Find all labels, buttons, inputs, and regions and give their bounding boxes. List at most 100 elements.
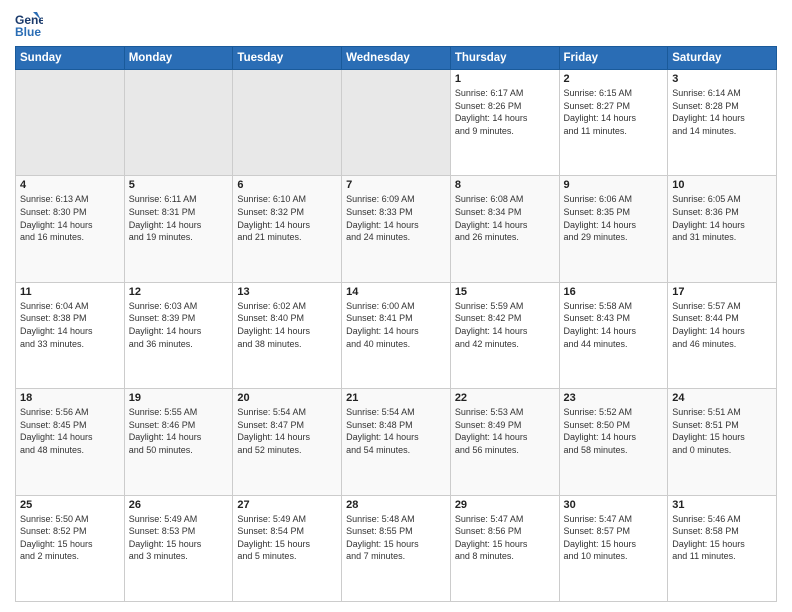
calendar-week-row: 1 Sunrise: 6:17 AM Sunset: 8:26 PM Daylig… xyxy=(16,70,777,176)
day-info: Sunrise: 5:47 AM Sunset: 8:57 PM Dayligh… xyxy=(564,513,664,563)
day-info: Sunrise: 6:08 AM Sunset: 8:34 PM Dayligh… xyxy=(455,193,555,243)
calendar-cell: 11 Sunrise: 6:04 AM Sunset: 8:38 PM Dayli… xyxy=(16,282,125,388)
day-number: 7 xyxy=(346,179,446,191)
day-info: Sunrise: 6:04 AM Sunset: 8:38 PM Dayligh… xyxy=(20,300,120,350)
day-info: Sunrise: 5:56 AM Sunset: 8:45 PM Dayligh… xyxy=(20,406,120,456)
calendar-cell: 31 Sunrise: 5:46 AM Sunset: 8:58 PM Dayli… xyxy=(668,495,777,601)
day-number: 1 xyxy=(455,73,555,85)
calendar-cell: 8 Sunrise: 6:08 AM Sunset: 8:34 PM Daylig… xyxy=(450,176,559,282)
weekday-header-row: SundayMondayTuesdayWednesdayThursdayFrid… xyxy=(16,47,777,70)
day-number: 11 xyxy=(20,286,120,298)
calendar-cell: 15 Sunrise: 5:59 AM Sunset: 8:42 PM Dayli… xyxy=(450,282,559,388)
calendar-cell: 25 Sunrise: 5:50 AM Sunset: 8:52 PM Dayli… xyxy=(16,495,125,601)
calendar-cell: 30Sunrise: 5:47 AM Sunset: 8:57 PM Dayli… xyxy=(559,495,668,601)
day-info: Sunrise: 6:06 AM Sunset: 8:35 PM Dayligh… xyxy=(564,193,664,243)
weekday-friday: Friday xyxy=(559,47,668,70)
day-info: Sunrise: 6:17 AM Sunset: 8:26 PM Dayligh… xyxy=(455,87,555,137)
day-info: Sunrise: 5:50 AM Sunset: 8:52 PM Dayligh… xyxy=(20,513,120,563)
day-number: 31 xyxy=(672,499,772,511)
calendar-cell: 19 Sunrise: 5:55 AM Sunset: 8:46 PM Dayli… xyxy=(124,389,233,495)
day-number: 8 xyxy=(455,179,555,191)
weekday-monday: Monday xyxy=(124,47,233,70)
day-info: Sunrise: 6:13 AM Sunset: 8:30 PM Dayligh… xyxy=(20,193,120,243)
day-info: Sunrise: 6:00 AM Sunset: 8:41 PM Dayligh… xyxy=(346,300,446,350)
calendar-cell: 26 Sunrise: 5:49 AM Sunset: 8:53 PM Dayli… xyxy=(124,495,233,601)
logo: General Blue xyxy=(15,10,47,38)
calendar-cell xyxy=(342,70,451,176)
day-number: 21 xyxy=(346,392,446,404)
calendar-cell: 1 Sunrise: 6:17 AM Sunset: 8:26 PM Daylig… xyxy=(450,70,559,176)
calendar-cell: 10 Sunrise: 6:05 AM Sunset: 8:36 PM Dayli… xyxy=(668,176,777,282)
day-number: 17 xyxy=(672,286,772,298)
day-number: 20 xyxy=(237,392,337,404)
calendar-week-row: 4 Sunrise: 6:13 AM Sunset: 8:30 PM Daylig… xyxy=(16,176,777,282)
calendar-cell: 23 Sunrise: 5:52 AM Sunset: 8:50 PM Dayli… xyxy=(559,389,668,495)
day-number: 29 xyxy=(455,499,555,511)
day-info: Sunrise: 6:05 AM Sunset: 8:36 PM Dayligh… xyxy=(672,193,772,243)
day-info: Sunrise: 5:55 AM Sunset: 8:46 PM Dayligh… xyxy=(129,406,229,456)
day-number: 4 xyxy=(20,179,120,191)
calendar-cell: 20 Sunrise: 5:54 AM Sunset: 8:47 PM Dayli… xyxy=(233,389,342,495)
page-header: General Blue xyxy=(15,10,777,38)
weekday-thursday: Thursday xyxy=(450,47,559,70)
day-info: Sunrise: 6:14 AM Sunset: 8:28 PM Dayligh… xyxy=(672,87,772,137)
day-info: Sunrise: 5:58 AM Sunset: 8:43 PM Dayligh… xyxy=(564,300,664,350)
day-number: 28 xyxy=(346,499,446,511)
day-number: 23 xyxy=(564,392,664,404)
calendar-cell: 5Sunrise: 6:11 AM Sunset: 8:31 PM Daylig… xyxy=(124,176,233,282)
day-info: Sunrise: 6:03 AM Sunset: 8:39 PM Dayligh… xyxy=(129,300,229,350)
day-number: 12 xyxy=(129,286,229,298)
day-info: Sunrise: 5:52 AM Sunset: 8:50 PM Dayligh… xyxy=(564,406,664,456)
day-number: 18 xyxy=(20,392,120,404)
day-number: 27 xyxy=(237,499,337,511)
calendar-cell: 28Sunrise: 5:48 AM Sunset: 8:55 PM Dayli… xyxy=(342,495,451,601)
calendar-cell: 18 Sunrise: 5:56 AM Sunset: 8:45 PM Dayli… xyxy=(16,389,125,495)
day-number: 5 xyxy=(129,179,229,191)
day-number: 25 xyxy=(20,499,120,511)
calendar-week-row: 18 Sunrise: 5:56 AM Sunset: 8:45 PM Dayli… xyxy=(16,389,777,495)
calendar-cell: 6Sunrise: 6:10 AM Sunset: 8:32 PM Daylig… xyxy=(233,176,342,282)
calendar-cell: 21 Sunrise: 5:54 AM Sunset: 8:48 PM Dayli… xyxy=(342,389,451,495)
day-info: Sunrise: 5:53 AM Sunset: 8:49 PM Dayligh… xyxy=(455,406,555,456)
calendar-cell xyxy=(124,70,233,176)
day-number: 3 xyxy=(672,73,772,85)
calendar-cell: 12 Sunrise: 6:03 AM Sunset: 8:39 PM Dayli… xyxy=(124,282,233,388)
day-info: Sunrise: 5:49 AM Sunset: 8:53 PM Dayligh… xyxy=(129,513,229,563)
logo-icon: General Blue xyxy=(15,10,43,38)
day-info: Sunrise: 6:15 AM Sunset: 8:27 PM Dayligh… xyxy=(564,87,664,137)
calendar-cell: 27 Sunrise: 5:49 AM Sunset: 8:54 PM Dayli… xyxy=(233,495,342,601)
day-info: Sunrise: 5:49 AM Sunset: 8:54 PM Dayligh… xyxy=(237,513,337,563)
day-number: 19 xyxy=(129,392,229,404)
day-info: Sunrise: 5:54 AM Sunset: 8:47 PM Dayligh… xyxy=(237,406,337,456)
day-info: Sunrise: 5:57 AM Sunset: 8:44 PM Dayligh… xyxy=(672,300,772,350)
calendar-cell: 4 Sunrise: 6:13 AM Sunset: 8:30 PM Daylig… xyxy=(16,176,125,282)
day-info: Sunrise: 5:46 AM Sunset: 8:58 PM Dayligh… xyxy=(672,513,772,563)
calendar-cell: 22 Sunrise: 5:53 AM Sunset: 8:49 PM Dayli… xyxy=(450,389,559,495)
calendar-cell xyxy=(233,70,342,176)
svg-text:Blue: Blue xyxy=(15,25,41,38)
day-number: 14 xyxy=(346,286,446,298)
day-number: 9 xyxy=(564,179,664,191)
day-info: Sunrise: 5:54 AM Sunset: 8:48 PM Dayligh… xyxy=(346,406,446,456)
day-info: Sunrise: 5:59 AM Sunset: 8:42 PM Dayligh… xyxy=(455,300,555,350)
day-info: Sunrise: 5:51 AM Sunset: 8:51 PM Dayligh… xyxy=(672,406,772,456)
day-number: 16 xyxy=(564,286,664,298)
weekday-tuesday: Tuesday xyxy=(233,47,342,70)
calendar-cell: 2Sunrise: 6:15 AM Sunset: 8:27 PM Daylig… xyxy=(559,70,668,176)
calendar-cell: 24 Sunrise: 5:51 AM Sunset: 8:51 PM Dayli… xyxy=(668,389,777,495)
calendar-cell: 3 Sunrise: 6:14 AM Sunset: 8:28 PM Daylig… xyxy=(668,70,777,176)
weekday-wednesday: Wednesday xyxy=(342,47,451,70)
calendar-cell xyxy=(16,70,125,176)
day-number: 24 xyxy=(672,392,772,404)
calendar-cell: 14 Sunrise: 6:00 AM Sunset: 8:41 PM Dayli… xyxy=(342,282,451,388)
calendar-week-row: 25 Sunrise: 5:50 AM Sunset: 8:52 PM Dayli… xyxy=(16,495,777,601)
day-number: 10 xyxy=(672,179,772,191)
day-number: 22 xyxy=(455,392,555,404)
day-number: 15 xyxy=(455,286,555,298)
day-info: Sunrise: 6:10 AM Sunset: 8:32 PM Dayligh… xyxy=(237,193,337,243)
calendar-cell: 7Sunrise: 6:09 AM Sunset: 8:33 PM Daylig… xyxy=(342,176,451,282)
day-number: 26 xyxy=(129,499,229,511)
calendar-cell: 29Sunrise: 5:47 AM Sunset: 8:56 PM Dayli… xyxy=(450,495,559,601)
day-info: Sunrise: 6:02 AM Sunset: 8:40 PM Dayligh… xyxy=(237,300,337,350)
calendar-cell: 16 Sunrise: 5:58 AM Sunset: 8:43 PM Dayli… xyxy=(559,282,668,388)
